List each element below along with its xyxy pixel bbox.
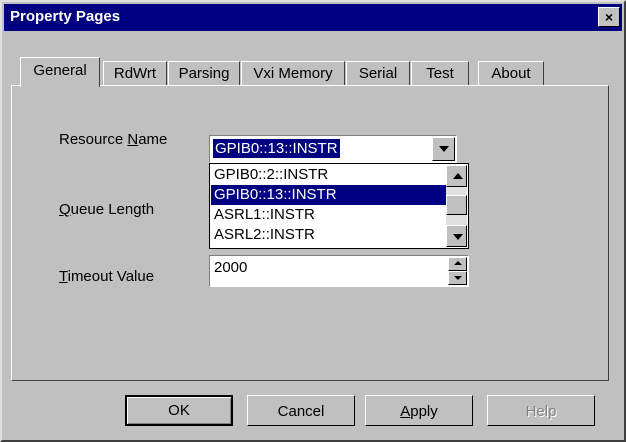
close-icon: × — [604, 9, 614, 25]
apply-button[interactable]: Apply — [365, 395, 473, 426]
list-item-selected[interactable]: GPIB0::13::INSTR — [211, 185, 446, 205]
tab-label: Parsing — [178, 65, 230, 82]
tab-parsing[interactable]: Parsing — [168, 61, 240, 86]
help-button[interactable]: Help — [487, 395, 595, 426]
resource-name-label: Resource Name — [59, 131, 168, 148]
list-item[interactable]: ASRL1::INSTR — [211, 205, 446, 225]
tab-test[interactable]: Test — [411, 61, 469, 86]
resource-name-dropdown-button[interactable] — [432, 137, 455, 161]
spin-up-button[interactable] — [448, 257, 467, 271]
arrow-down-icon — [453, 234, 463, 240]
timeout-value-field[interactable]: 2000 — [209, 255, 469, 287]
tab-rdwrt[interactable]: RdWrt — [103, 61, 167, 86]
dropdown-scrollbar[interactable] — [446, 165, 467, 247]
tab-label: Test — [426, 65, 454, 82]
tab-serial[interactable]: Serial — [346, 61, 410, 86]
arrow-up-icon — [453, 173, 463, 179]
tab-about[interactable]: About — [478, 61, 544, 86]
tab-label: About — [491, 65, 531, 82]
tab-label: RdWrt — [113, 65, 157, 82]
queue-length-label: Queue Length — [59, 201, 155, 218]
ok-button[interactable]: OK — [125, 395, 233, 426]
tab-label: Vxi Memory — [253, 65, 333, 82]
scroll-up-button[interactable] — [446, 165, 467, 187]
title-bar: Property Pages × — [4, 4, 622, 31]
tab-label: Serial — [358, 65, 398, 82]
tab-general[interactable]: General — [20, 57, 100, 87]
close-button[interactable]: × — [598, 7, 620, 27]
spin-down-button[interactable] — [448, 271, 467, 285]
window-title: Property Pages — [10, 8, 121, 25]
list-item[interactable]: ASRL2::INSTR — [211, 225, 446, 245]
resource-name-value: GPIB0::13::INSTR — [213, 139, 340, 158]
list-item[interactable]: GPIB0::2::INSTR — [211, 165, 446, 185]
arrow-up-icon — [454, 261, 462, 265]
tab-vxi-memory[interactable]: Vxi Memory — [241, 61, 345, 86]
timeout-spinner — [448, 257, 467, 285]
timeout-value-label: Timeout Value — [59, 268, 155, 285]
tab-label: General — [33, 62, 87, 79]
resource-name-combobox[interactable]: GPIB0::13::INSTR — [209, 135, 457, 163]
cancel-button[interactable]: Cancel — [247, 395, 355, 426]
resource-name-dropdown-list[interactable]: GPIB0::2::INSTR GPIB0::13::INSTR ASRL1::… — [209, 163, 469, 249]
chevron-down-icon — [439, 146, 449, 152]
scroll-down-button[interactable] — [446, 225, 467, 247]
arrow-down-icon — [454, 276, 462, 280]
scroll-thumb[interactable] — [446, 195, 467, 215]
timeout-value-text: 2000 — [214, 259, 248, 276]
